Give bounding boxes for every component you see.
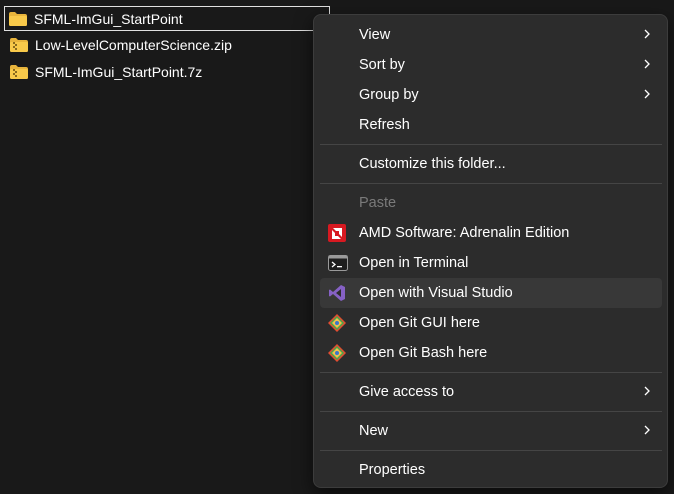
chevron-right-icon: [642, 55, 652, 73]
terminal-icon: [328, 254, 348, 272]
visual-studio-icon: [328, 284, 346, 302]
menu-item-customize-folder[interactable]: Customize this folder...: [320, 149, 662, 179]
menu-item-label: Sort by: [359, 57, 405, 73]
menu-item-open-visual-studio[interactable]: Open with Visual Studio: [320, 278, 662, 308]
menu-item-sort-by[interactable]: Sort by: [320, 50, 662, 80]
menu-item-label: AMD Software: Adrenalin Edition: [359, 225, 570, 241]
menu-separator: [320, 183, 662, 184]
menu-item-open-git-gui[interactable]: Open Git GUI here: [320, 308, 662, 338]
menu-item-open-terminal[interactable]: Open in Terminal: [320, 248, 662, 278]
chevron-right-icon: [642, 85, 652, 103]
chevron-right-icon: [642, 25, 652, 43]
menu-item-label: Give access to: [359, 384, 455, 400]
file-name: Low-LevelComputerScience.zip: [35, 37, 232, 53]
file-name: SFML-ImGui_StartPoint: [34, 10, 183, 27]
zip-folder-icon: [10, 38, 28, 52]
menu-item-group-by[interactable]: Group by: [320, 80, 662, 110]
menu-item-properties[interactable]: Properties: [320, 455, 662, 485]
menu-item-label: Open with Visual Studio: [359, 285, 513, 301]
menu-item-open-git-bash[interactable]: Open Git Bash here: [320, 338, 662, 368]
menu-separator: [320, 144, 662, 145]
menu-separator: [320, 450, 662, 451]
menu-item-paste: Paste: [320, 188, 662, 218]
menu-item-label: Open Git GUI here: [359, 315, 480, 331]
menu-item-label: Group by: [359, 87, 419, 103]
menu-item-label: Refresh: [359, 117, 410, 133]
folder-icon: [9, 11, 27, 26]
file-name: SFML-ImGui_StartPoint.7z: [35, 64, 203, 80]
menu-item-label: Properties: [359, 462, 426, 478]
menu-item-label: View: [359, 27, 391, 43]
menu-separator: [320, 411, 662, 412]
menu-item-give-access[interactable]: Give access to: [320, 377, 662, 407]
menu-item-label: New: [359, 423, 389, 439]
file-item-sfml-folder[interactable]: SFML-ImGui_StartPoint: [4, 6, 330, 31]
menu-item-amd-software[interactable]: AMD Software: Adrenalin Edition: [320, 218, 662, 248]
zip-folder-icon: [10, 65, 28, 79]
menu-item-label: Open Git Bash here: [359, 345, 488, 361]
menu-item-new[interactable]: New: [320, 416, 662, 446]
git-gui-icon: [328, 314, 346, 332]
chevron-right-icon: [642, 421, 652, 439]
git-bash-icon: [328, 344, 346, 362]
context-menu: View Sort by Group by Refresh Customize …: [313, 14, 668, 488]
chevron-right-icon: [642, 382, 652, 400]
menu-item-view[interactable]: View: [320, 20, 662, 50]
menu-item-label: Customize this folder...: [359, 156, 506, 172]
menu-item-label: Paste: [359, 195, 397, 211]
amd-logo-icon: [328, 224, 346, 242]
menu-item-label: Open in Terminal: [359, 255, 469, 271]
file-item-zip[interactable]: Low-LevelComputerScience.zip: [6, 33, 232, 57]
file-item-7z[interactable]: SFML-ImGui_StartPoint.7z: [6, 60, 202, 84]
menu-separator: [320, 372, 662, 373]
menu-item-refresh[interactable]: Refresh: [320, 110, 662, 140]
